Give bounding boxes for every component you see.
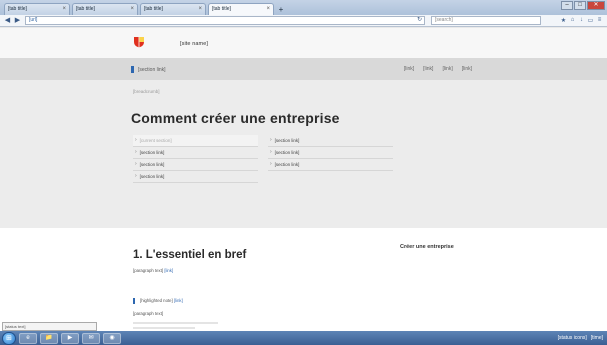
faded-line xyxy=(133,327,195,329)
toc-item[interactable]: › [section link] xyxy=(133,147,258,159)
paragraph-text: [highlighted note] xyxy=(140,298,173,303)
browser-tab-active[interactable]: [tab title] × xyxy=(208,3,274,15)
browser-navigation-bar: ◀ ▶ [url] ↻ [search] ★ ⌂ ↓ ▭ ≡ xyxy=(0,15,607,27)
start-button[interactable]: ⊞ xyxy=(2,331,16,345)
close-window-button[interactable]: ✕ xyxy=(587,1,605,10)
toc-item[interactable]: › [section link] xyxy=(268,159,393,171)
browser-tab[interactable]: [tab title] × xyxy=(72,3,138,15)
top-nav-link[interactable]: [link] xyxy=(462,66,472,72)
close-icon[interactable]: × xyxy=(62,4,66,15)
toc-item-label: [section link] xyxy=(274,138,300,143)
star-icon[interactable]: ★ xyxy=(559,17,568,24)
top-nav-link[interactable]: [link] xyxy=(423,66,433,72)
close-icon[interactable]: × xyxy=(266,4,270,15)
page-content: [breadcrumb] Comment créer une entrepris… xyxy=(0,80,607,331)
section-title: 1. L'essentiel en bref xyxy=(133,249,247,261)
paragraph: [paragraph text] [link] xyxy=(133,268,383,274)
bullet-icon: › xyxy=(270,137,272,143)
close-icon[interactable]: × xyxy=(198,4,202,15)
browser-tab-strip: [tab title] × [tab title] × [tab title] … xyxy=(0,0,607,15)
taskbar-app-media[interactable]: ▶ xyxy=(61,332,79,344)
toc-column-right: › [section link] › [section link] › [sec… xyxy=(268,135,393,171)
top-navigation: [section link] [link] [link] [link] [lin… xyxy=(0,58,607,80)
top-nav-links: [link] [link] [link] [link] xyxy=(395,66,472,72)
browser-tab[interactable]: [tab title] × xyxy=(140,3,206,15)
web-page: [site name] [section link] [link] [link]… xyxy=(0,28,607,331)
toolbar-icons: ★ ⌂ ↓ ▭ ≡ xyxy=(559,17,604,24)
window-controls: – □ ✕ xyxy=(560,1,605,10)
section-brand-link[interactable]: [section link] xyxy=(131,66,166,73)
bullet-icon: › xyxy=(270,161,272,167)
brand-label: [section link] xyxy=(138,66,166,73)
sidebar-title: Créer une entreprise xyxy=(400,244,454,250)
browser-tab[interactable]: [tab title] × xyxy=(4,3,70,15)
taskbar-app-browser[interactable]: e xyxy=(19,332,37,344)
inline-link[interactable]: [link] xyxy=(174,298,183,303)
download-icon[interactable]: ↓ xyxy=(577,17,586,24)
site-name[interactable]: [site name] xyxy=(180,41,208,47)
url-text: [url] xyxy=(29,17,38,23)
tab-label: [tab title] xyxy=(76,6,95,12)
back-arrow-icon[interactable]: ◀ xyxy=(3,17,12,25)
toc-item-label: [section link] xyxy=(139,162,165,167)
logo-icon[interactable] xyxy=(133,36,145,48)
tray-clock[interactable]: [time] xyxy=(591,335,603,341)
bullet-icon: › xyxy=(135,137,137,143)
toc-item-label: [section link] xyxy=(139,150,165,155)
breadcrumb[interactable]: [breadcrumb] xyxy=(133,89,160,94)
toc-item[interactable]: › [section link] xyxy=(133,159,258,171)
search-placeholder: [search] xyxy=(435,17,453,23)
minimize-button[interactable]: – xyxy=(561,1,573,10)
toc-item-current[interactable]: › [current section] xyxy=(133,135,258,147)
toc-item-label: [section link] xyxy=(139,174,165,179)
paragraph: [paragraph text] xyxy=(133,311,164,316)
os-taskbar: ⊞ e 📁 ▶ ✉ ◉ [status icons] [time] xyxy=(0,331,607,345)
intro-section: [breadcrumb] Comment créer une entrepris… xyxy=(0,80,607,228)
forward-arrow-icon[interactable]: ▶ xyxy=(13,17,22,25)
top-nav-link[interactable]: [link] xyxy=(404,66,414,72)
faded-line xyxy=(133,322,218,324)
bullet-icon: › xyxy=(135,173,137,179)
highlighted-note: [highlighted note] [link] xyxy=(133,298,383,304)
brand-mark xyxy=(131,66,134,73)
paragraph-text: [paragraph text] xyxy=(133,268,164,273)
tab-label: [tab title] xyxy=(8,6,27,12)
bookmark-icon[interactable]: ▭ xyxy=(586,17,595,24)
bullet-icon: › xyxy=(270,149,272,155)
close-icon[interactable]: × xyxy=(130,4,134,15)
bullet-icon: › xyxy=(135,149,137,155)
toc-item-label: [section link] xyxy=(274,150,300,155)
screen: [tab title] × [tab title] × [tab title] … xyxy=(0,0,607,345)
top-nav-link[interactable]: [link] xyxy=(442,66,452,72)
taskbar-app-folder[interactable]: 📁 xyxy=(40,332,58,344)
inline-link[interactable]: [link] xyxy=(164,268,173,273)
taskbar-app-mail[interactable]: ✉ xyxy=(82,332,100,344)
site-header: [site name] xyxy=(0,28,607,58)
menu-icon[interactable]: ≡ xyxy=(595,17,604,24)
status-bar-tooltip: [status text] xyxy=(2,322,97,331)
toc-item-label: [current section] xyxy=(139,138,172,143)
toc-column-left: › [current section] › [section link] › [… xyxy=(133,135,258,183)
new-tab-button[interactable]: + xyxy=(276,5,286,15)
main-section: 1. L'essentiel en bref Créer une entrepr… xyxy=(0,228,607,331)
search-input[interactable]: [search] xyxy=(431,16,541,25)
page-title: Comment créer une entreprise xyxy=(131,110,340,126)
tab-label: [tab title] xyxy=(144,6,163,12)
toc-item[interactable]: › [section link] xyxy=(268,147,393,159)
maximize-button[interactable]: □ xyxy=(574,1,586,10)
taskbar-app-other[interactable]: ◉ xyxy=(103,332,121,344)
toc-item[interactable]: › [section link] xyxy=(268,135,393,147)
toc-item[interactable]: › [section link] xyxy=(133,171,258,183)
address-bar[interactable]: [url] ↻ xyxy=(25,16,425,25)
bullet-icon: › xyxy=(135,161,137,167)
tray-status[interactable]: [status icons] xyxy=(558,335,587,341)
system-tray: [status icons] [time] xyxy=(554,335,607,341)
reload-icon[interactable]: ↻ xyxy=(417,17,424,24)
home-icon[interactable]: ⌂ xyxy=(568,17,577,24)
tab-label: [tab title] xyxy=(212,6,231,12)
toc-item-label: [section link] xyxy=(274,162,300,167)
